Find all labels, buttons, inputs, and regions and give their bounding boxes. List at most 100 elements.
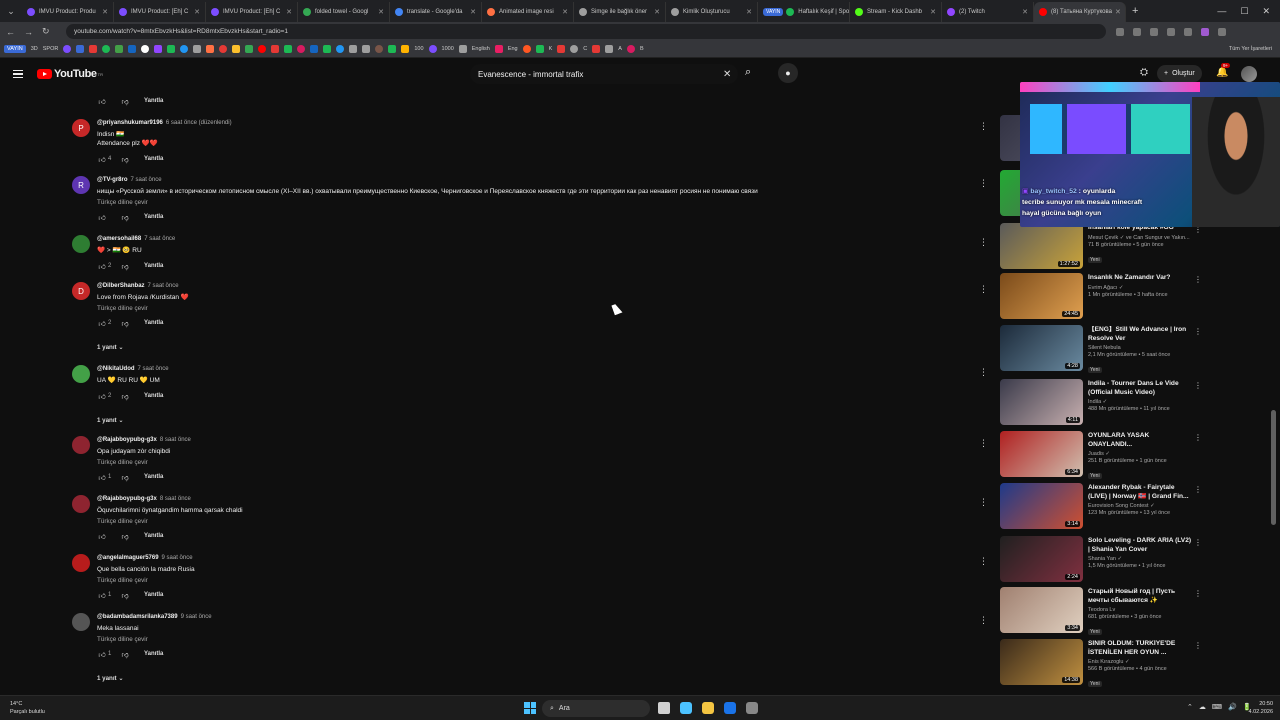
dislike-icon[interactable]: 👎︎ xyxy=(120,97,130,106)
video-title[interactable]: Indila - Tourner Dans Le Vide (Official … xyxy=(1088,380,1192,397)
reply-button[interactable]: Yanıtla xyxy=(144,533,163,539)
bookmark-favicon-icon[interactable] xyxy=(401,45,410,53)
related-video[interactable]: 3:14 Alexander Rybak - Fairytale (LIVE) |… xyxy=(1000,483,1205,529)
bookmark-favicon-icon[interactable] xyxy=(128,45,137,53)
page-scrollbar[interactable] xyxy=(1271,410,1276,525)
video-channel[interactable]: Evrim Ağacı ✓ xyxy=(1088,285,1192,291)
bookmark-label[interactable]: 100 xyxy=(414,46,423,52)
bookmark-favicon-icon[interactable] xyxy=(310,45,319,53)
translate-link[interactable]: Türkçe diline çevir xyxy=(97,199,917,206)
reply-button[interactable]: Yanıtla xyxy=(144,592,163,598)
reply-button[interactable]: Yanıtla xyxy=(144,214,163,220)
bookmark-favicon-icon[interactable] xyxy=(154,45,163,53)
bookmark-favicon-icon[interactable] xyxy=(592,45,601,53)
maximize-button[interactable]: ☐ xyxy=(1240,6,1248,17)
bookmark-favicon-icon[interactable] xyxy=(245,45,254,53)
bookmark-favicon-icon[interactable] xyxy=(89,45,98,53)
commenter-avatar[interactable] xyxy=(72,495,90,513)
extension-icon[interactable] xyxy=(1184,27,1192,36)
browser-tab[interactable]: Kimlik Oluşturucu ✕ xyxy=(666,2,758,22)
video-channel[interactable]: Silent Nebula xyxy=(1088,345,1192,351)
browser-tab[interactable]: (8) Татьяна Куртукова ✕ xyxy=(1034,2,1126,22)
bookmark-favicon-icon[interactable] xyxy=(206,45,215,53)
comment-author[interactable]: @NikitaUdod xyxy=(97,366,135,372)
related-video[interactable]: 2:24 Solo Leveling - DARK ARIA (LV2) | Sh… xyxy=(1000,536,1205,582)
bookmark-favicon-icon[interactable] xyxy=(102,45,111,53)
tab-close-icon[interactable]: ✕ xyxy=(99,8,108,16)
star-icon[interactable] xyxy=(1133,27,1141,36)
bookmark-label[interactable]: English xyxy=(472,46,490,52)
bookmark-favicon-icon[interactable] xyxy=(167,45,176,53)
video-channel[interactable]: Shania Yan ✓ xyxy=(1088,556,1192,562)
bookmark-label[interactable]: K xyxy=(549,46,553,52)
browser-tab[interactable]: translate - Google'da ✕ xyxy=(390,2,482,22)
video-menu-icon[interactable]: ⋮ xyxy=(1194,641,1202,650)
bookmark-favicon-icon[interactable] xyxy=(141,45,150,53)
commenter-avatar[interactable] xyxy=(72,613,90,631)
bookmark-favicon-icon[interactable] xyxy=(180,45,189,53)
bookmark-folder[interactable]: SPOR xyxy=(43,46,59,52)
browser-tab[interactable]: Animated image resi ✕ xyxy=(482,2,574,22)
video-title[interactable]: Старый Новый год | Пусть мечты сбываются… xyxy=(1088,588,1192,605)
video-title[interactable]: SINIR OLDUM: TÜRKİYE'DE İSTENİLEN HER OY… xyxy=(1088,640,1192,657)
bookmark-favicon-icon[interactable] xyxy=(284,45,293,53)
tab-close-icon[interactable]: ✕ xyxy=(191,8,200,16)
related-video[interactable]: 14:38 SINIR OLDUM: TÜRKİYE'DE İSTENİLEN H… xyxy=(1000,639,1205,687)
video-menu-icon[interactable]: ⋮ xyxy=(1194,538,1202,547)
bookmark-favicon-icon[interactable] xyxy=(458,45,467,53)
cast-icon[interactable] xyxy=(1116,27,1124,36)
comment-menu-icon[interactable]: ⋮ xyxy=(979,178,988,189)
reply-button[interactable]: Yanıtla xyxy=(144,474,163,480)
like-icon[interactable]: 👍︎ xyxy=(97,650,107,659)
like-icon[interactable]: 👍︎ xyxy=(97,591,107,600)
video-thumbnail[interactable]: 3:34 xyxy=(1000,587,1083,633)
video-title[interactable]: Alexander Rybak - Fairytale (LIVE) | Nor… xyxy=(1088,484,1192,501)
reply-button[interactable]: Yanıtla xyxy=(144,263,163,269)
bookmark-favicon-icon[interactable] xyxy=(297,45,306,53)
bookmark-favicon-icon[interactable] xyxy=(535,45,544,53)
browser-tab[interactable]: IMVU Product: Produ ✕ xyxy=(22,2,114,22)
commenter-avatar[interactable]: D xyxy=(72,282,90,300)
bookmark-favicon-icon[interactable] xyxy=(557,45,566,53)
commenter-avatar[interactable] xyxy=(72,235,90,253)
bookmark-label[interactable]: B xyxy=(640,46,644,52)
tab-close-icon[interactable]: ✕ xyxy=(927,8,936,16)
taskbar-app-icon[interactable] xyxy=(680,702,692,714)
back-icon[interactable]: ← xyxy=(6,27,18,37)
video-channel[interactable]: Juadis ✓ xyxy=(1088,451,1192,457)
view-replies-button[interactable]: 1 yanıt ⌄ xyxy=(97,675,124,682)
comment-author[interactable]: @TV-gr8ro xyxy=(97,177,128,183)
comment-menu-icon[interactable]: ⋮ xyxy=(979,615,988,626)
video-thumbnail[interactable]: 14:38 xyxy=(1000,639,1083,685)
browser-tab[interactable]: Stream - Kick Dashb ✕ xyxy=(850,2,942,22)
guide-menu-icon[interactable] xyxy=(13,69,23,79)
translate-link[interactable]: Türkçe diline çevir xyxy=(97,459,917,466)
bookmark-label[interactable]: A xyxy=(618,46,622,52)
like-icon[interactable]: 👍︎ xyxy=(97,392,107,401)
related-video[interactable]: 4:28 【ENG】Still We Advance | Iron Resolve… xyxy=(1000,325,1205,373)
taskbar-app-icon[interactable] xyxy=(658,702,670,714)
comment-author[interactable]: @badambadamsrilanka7389 xyxy=(97,614,178,620)
video-thumbnail[interactable]: 3:14 xyxy=(1000,483,1083,529)
bookmark-favicon-icon[interactable] xyxy=(63,45,72,53)
tab-close-icon[interactable]: ✕ xyxy=(743,8,752,16)
video-channel[interactable]: Mesut Çevik ✓ ve Can Sungur ve Yakın... xyxy=(1088,235,1192,241)
bookmark-favicon-icon[interactable] xyxy=(428,45,437,53)
comment-menu-icon[interactable]: ⋮ xyxy=(979,438,988,449)
bookmark-favicon-icon[interactable] xyxy=(388,45,397,53)
bookmark-favicon-icon[interactable] xyxy=(219,45,228,53)
browser-tab[interactable]: VAYINHaftalık Keşif | Spotif✕ xyxy=(758,2,850,22)
reply-button[interactable]: Yanıtla xyxy=(144,320,163,326)
video-channel[interactable]: Enis Kırazoglu ✓ xyxy=(1088,659,1192,665)
comment-menu-icon[interactable]: ⋮ xyxy=(979,556,988,567)
video-menu-icon[interactable]: ⋮ xyxy=(1194,589,1202,598)
like-icon[interactable]: 👍︎ xyxy=(97,213,107,222)
related-video[interactable]: 3:34 Старый Новый год | Пусть мечты сбыва… xyxy=(1000,587,1205,635)
translate-link[interactable]: Türkçe diline çevir xyxy=(97,636,917,643)
like-icon[interactable]: 👍︎ xyxy=(97,97,107,106)
notifications-icon[interactable]: 🔔 xyxy=(1216,67,1228,78)
video-channel[interactable]: Teodora Lv xyxy=(1088,607,1192,613)
related-video[interactable]: 1:27:52 insanları köle yapacak #GG Mesut Ç… xyxy=(1000,223,1205,269)
comment-time[interactable]: 8 saat önce xyxy=(160,496,191,502)
comment-time[interactable]: 7 saat önce xyxy=(138,366,169,372)
